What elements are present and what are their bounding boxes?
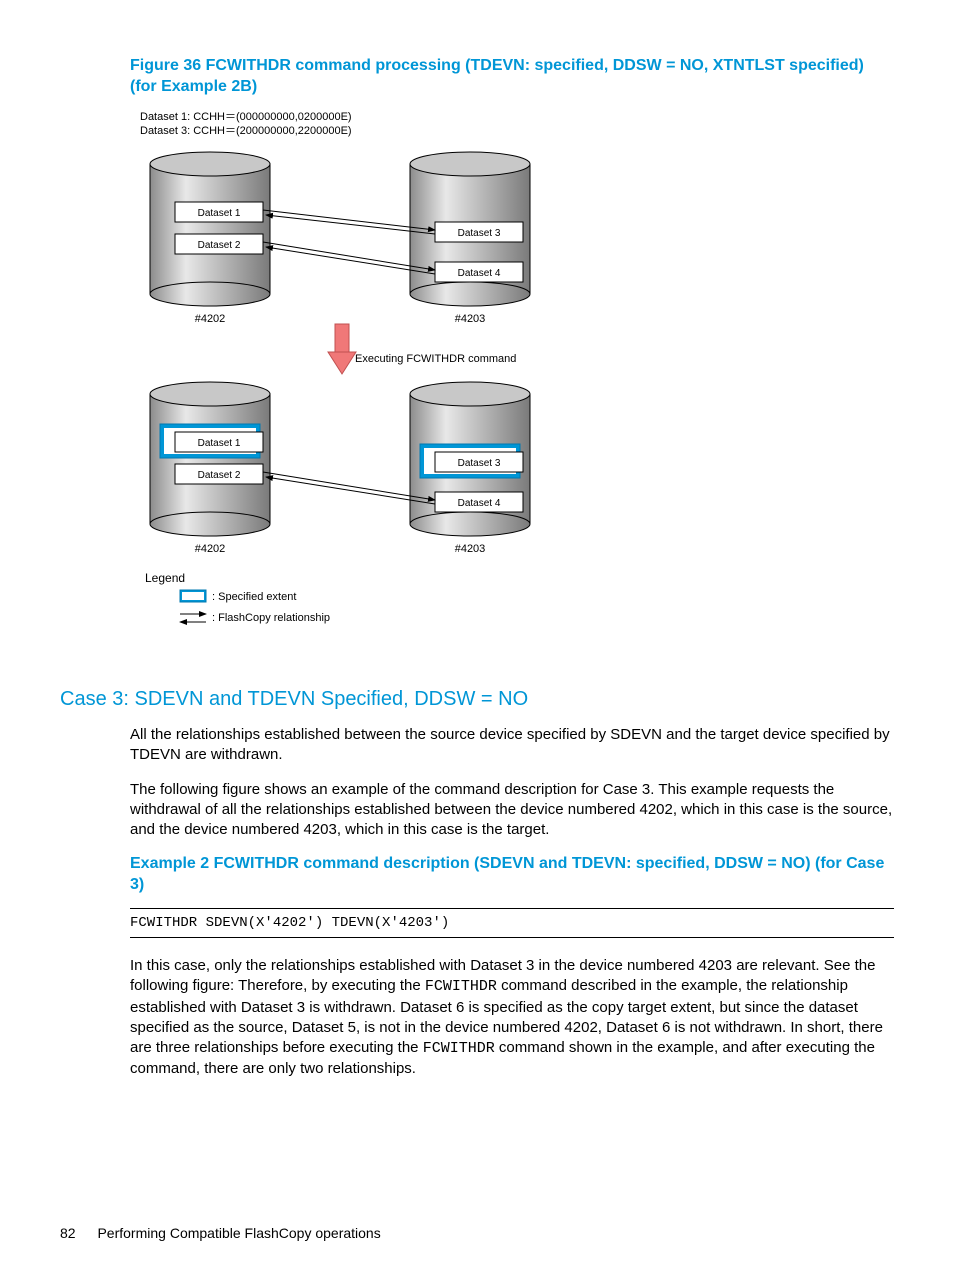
diagram-dev-left-bot: #4202 (195, 543, 226, 555)
diagram-ds2-bot: Dataset 2 (198, 470, 241, 481)
diagram-svg: Dataset 1 Dataset 2 #4202 Dataset 3 Data… (140, 144, 590, 664)
para3-d: FCWITHDR (423, 1040, 495, 1057)
diagram-dataset-header-3: Dataset 3: CCHH＝(200000000,2200000E) (140, 124, 894, 138)
diagram-dataset-header-1: Dataset 1: CCHH＝(000000000,0200000E) (140, 110, 894, 124)
diagram-dev-right-top: #4203 (455, 313, 486, 325)
footer-title: Performing Compatible FlashCopy operatio… (97, 1225, 380, 1241)
example-caption: Example 2 FCWITHDR command description (… (130, 854, 894, 896)
para3-b: FCWITHDR (425, 978, 497, 995)
diagram: Dataset 1: CCHH＝(000000000,0200000E) Dat… (140, 110, 894, 665)
diagram-dev-right-bot: #4203 (455, 543, 486, 555)
diagram-ds3-bot: Dataset 3 (458, 458, 501, 469)
legend-relation: : FlashCopy relationship (212, 612, 330, 624)
page-number: 82 (60, 1225, 76, 1241)
big-arrow-icon (328, 324, 356, 374)
diagram-exec-label: Executing FCWITHDR command (355, 353, 516, 365)
diagram-dev-left-top: #4202 (195, 313, 226, 325)
diagram-ds4-top: Dataset 4 (458, 268, 501, 279)
para2: The following figure shows an example of… (130, 780, 894, 841)
legend-extent: : Specified extent (212, 591, 296, 603)
footer: 82 Performing Compatible FlashCopy opera… (60, 1225, 381, 1241)
case3-heading: Case 3: SDEVN and TDEVN Specified, DDSW … (60, 688, 894, 711)
legend-title: Legend (145, 571, 185, 585)
diagram-ds3-top: Dataset 3 (458, 228, 501, 239)
para1: All the relationships established betwee… (130, 725, 894, 766)
diagram-ds4-bot: Dataset 4 (458, 498, 501, 509)
figure-caption: Figure 36 FCWITHDR command processing (T… (130, 56, 894, 98)
diagram-ds2-top: Dataset 2 (198, 240, 241, 251)
code-block: FCWITHDR SDEVN(X'4202') TDEVN(X'4203') (130, 908, 894, 938)
diagram-ds1-bot: Dataset 1 (198, 438, 241, 449)
diagram-ds1-top: Dataset 1 (198, 208, 241, 219)
para3: In this case, only the relationships est… (130, 956, 894, 1080)
